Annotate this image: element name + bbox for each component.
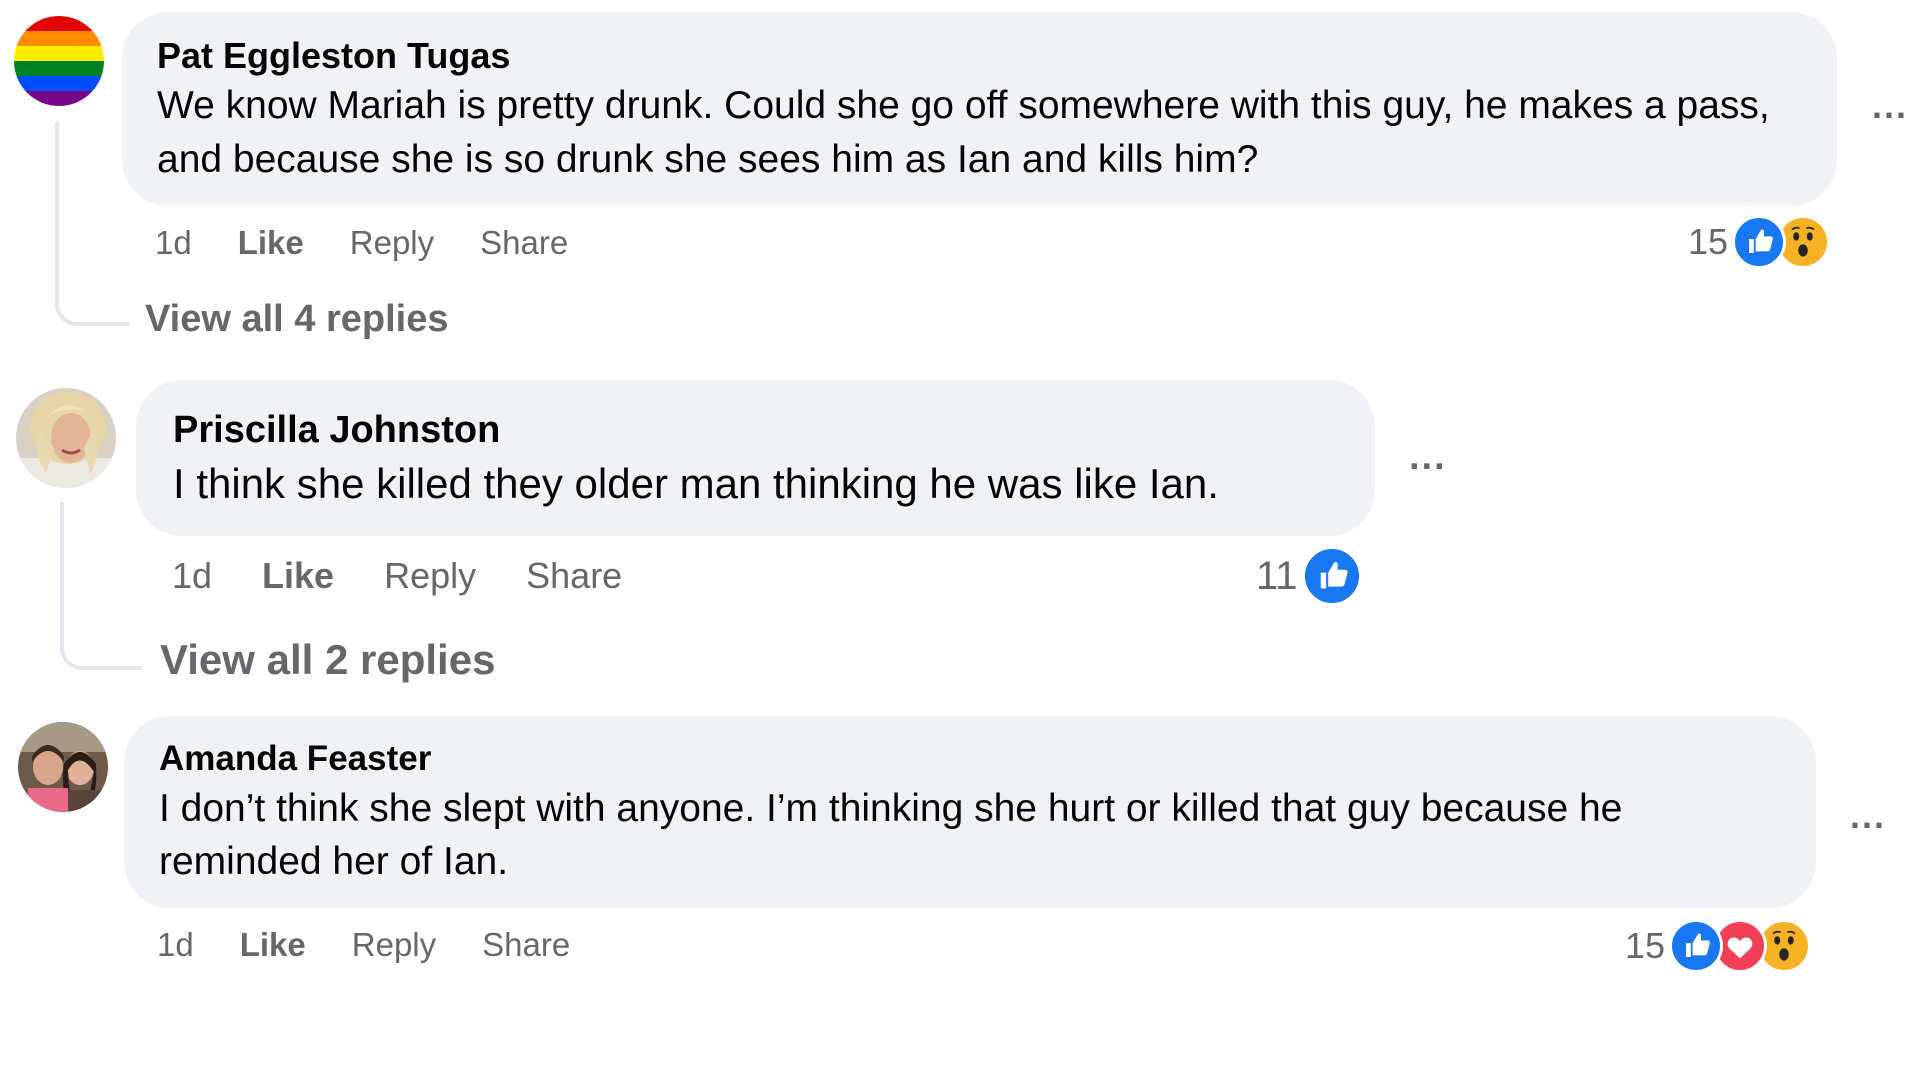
view-replies-link[interactable]: View all 2 replies (160, 636, 495, 684)
share-button[interactable]: Share (526, 555, 622, 597)
comment-timestamp[interactable]: 1d (155, 224, 192, 262)
more-options-button[interactable]: ... (1850, 798, 1886, 834)
comment-timestamp[interactable]: 1d (172, 555, 212, 597)
comment-author[interactable]: Amanda Feaster (159, 738, 1782, 780)
avatar[interactable] (14, 16, 104, 106)
profile-photo-icon (16, 388, 116, 488)
comment-bubble: Amanda Feaster I don’t think she slept w… (124, 716, 1816, 908)
thread-connector (55, 122, 129, 326)
reaction-count: 15 (1625, 925, 1666, 966)
comment-bubble: Priscilla Johnston I think she killed th… (136, 380, 1375, 536)
avatar[interactable] (16, 388, 116, 488)
comment-actions: 1d Like Reply Share (155, 222, 568, 264)
reaction-summary[interactable]: 15 (1688, 214, 1831, 270)
more-options-button[interactable]: ... (1409, 438, 1447, 476)
comments-section: Pat Eggleston Tugas We know Mariah is pr… (0, 0, 1920, 1080)
comment-actions: 1d Like Reply Share (172, 553, 622, 599)
comment-text: I think she killed they older man thinki… (173, 459, 1219, 507)
reaction-count: 11 (1256, 553, 1298, 598)
comment-timestamp[interactable]: 1d (157, 926, 194, 964)
share-button[interactable]: Share (482, 926, 570, 964)
like-reaction-icon (1732, 215, 1787, 269)
comment-author[interactable]: Priscilla Johnston (173, 408, 1341, 454)
like-button[interactable]: Like (262, 555, 334, 597)
comment-bubble: Pat Eggleston Tugas We know Mariah is pr… (122, 12, 1837, 206)
reply-button[interactable]: Reply (352, 926, 436, 964)
reaction-count: 15 (1688, 221, 1729, 262)
view-replies-link[interactable]: View all 4 replies (145, 298, 448, 341)
reaction-summary[interactable]: 11 (1256, 546, 1362, 606)
like-reaction-icon (1301, 546, 1362, 606)
comment-text: I don’t think she slept with anyone. I’m… (159, 787, 1623, 883)
profile-photo-icon (18, 722, 108, 812)
reply-button[interactable]: Reply (384, 555, 476, 597)
rainbow-flag-avatar-icon (14, 16, 104, 106)
comment-text: We know Mariah is pretty drunk. Could sh… (157, 84, 1770, 182)
reaction-summary[interactable]: 15 (1625, 918, 1812, 974)
comment-author[interactable]: Pat Eggleston Tugas (157, 34, 1803, 77)
comment-actions: 1d Like Reply Share (157, 924, 570, 966)
thread-connector (60, 502, 142, 670)
like-button[interactable]: Like (240, 926, 306, 964)
like-reaction-icon (1669, 919, 1724, 973)
avatar[interactable] (18, 722, 108, 812)
more-options-button[interactable]: ... (1872, 88, 1908, 124)
share-button[interactable]: Share (480, 224, 568, 262)
like-button[interactable]: Like (238, 224, 304, 262)
reply-button[interactable]: Reply (350, 224, 434, 262)
